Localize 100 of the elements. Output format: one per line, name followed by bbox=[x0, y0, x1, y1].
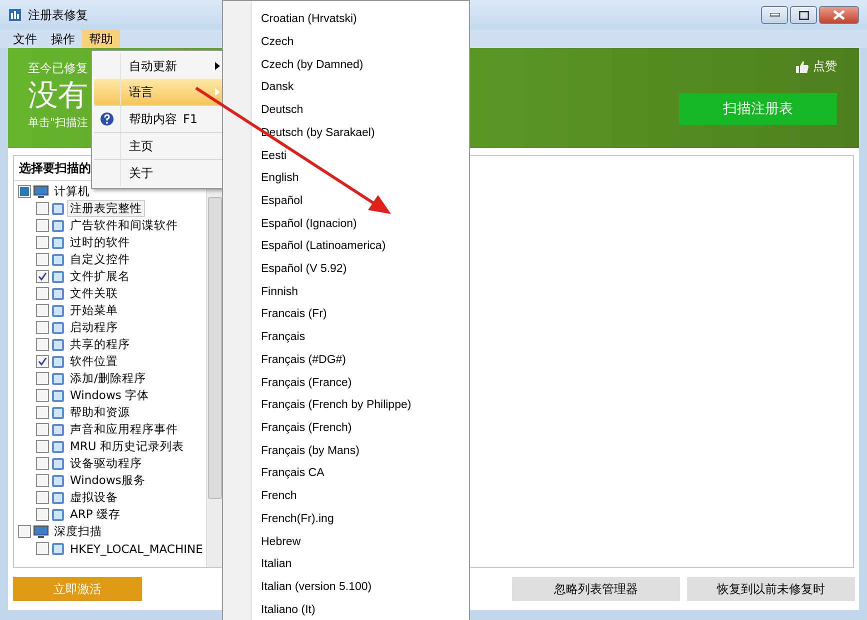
program-icon bbox=[51, 456, 65, 470]
checkbox[interactable] bbox=[36, 287, 49, 300]
menu-item[interactable]: 帮助 bbox=[82, 30, 120, 48]
program-icon bbox=[51, 422, 65, 436]
program-icon bbox=[51, 338, 65, 352]
checkbox[interactable] bbox=[36, 423, 49, 436]
language-item[interactable]: Español (Latinoamerica) bbox=[252, 235, 412, 258]
program-icon bbox=[51, 218, 65, 232]
language-item[interactable]: English bbox=[252, 166, 412, 190]
app-icon bbox=[8, 8, 22, 22]
language-item[interactable]: Français (France) bbox=[252, 371, 412, 394]
program-icon bbox=[51, 236, 65, 250]
checkbox[interactable] bbox=[36, 338, 49, 351]
hint-text: 单击"扫描注 bbox=[28, 115, 90, 130]
tree-item[interactable]: Windows 字体 bbox=[67, 387, 152, 404]
tree-item[interactable]: 添加/删除程序 bbox=[67, 370, 149, 387]
checkbox[interactable] bbox=[36, 202, 49, 215]
menu-item[interactable]: 操作 bbox=[44, 30, 82, 48]
language-item[interactable]: Español bbox=[252, 190, 412, 212]
language-item[interactable]: Francais (Fr) bbox=[252, 303, 412, 326]
like-link[interactable]: 点赞 bbox=[813, 58, 837, 75]
program-icon bbox=[51, 440, 65, 454]
language-item[interactable]: Français (by Mans) bbox=[252, 439, 412, 462]
language-item[interactable]: Czech (by Damned) bbox=[252, 53, 412, 76]
tree-item[interactable]: 文件关联 bbox=[67, 285, 121, 302]
language-item[interactable]: Deutsch bbox=[252, 98, 412, 122]
checkbox[interactable] bbox=[18, 525, 31, 538]
language-item[interactable]: Italian (version 5.100) bbox=[252, 576, 412, 598]
maximize-button[interactable] bbox=[790, 6, 817, 24]
language-item[interactable]: Français bbox=[252, 326, 412, 349]
ignore-list-button[interactable]: 忽略列表管理器 bbox=[512, 577, 680, 601]
checkbox[interactable] bbox=[36, 406, 49, 419]
computer-icon bbox=[33, 524, 49, 538]
checkbox[interactable] bbox=[36, 321, 49, 334]
tree-item[interactable]: HKEY_LOCAL_MACHINE bbox=[67, 540, 206, 556]
tree-item[interactable]: 共享的程序 bbox=[67, 336, 133, 353]
language-item[interactable]: French bbox=[252, 484, 412, 508]
checkbox[interactable] bbox=[36, 474, 49, 487]
submenu-arrow-icon bbox=[215, 62, 220, 70]
checkbox[interactable] bbox=[36, 355, 49, 368]
language-item[interactable]: Français (French) bbox=[252, 416, 412, 440]
close-button[interactable] bbox=[819, 6, 859, 24]
tree-item[interactable]: 文件扩展名 bbox=[67, 268, 133, 285]
checkbox[interactable] bbox=[36, 219, 49, 232]
tree-item[interactable]: 虚拟设备 bbox=[67, 489, 121, 506]
language-item[interactable]: Italian bbox=[252, 552, 412, 576]
checkbox[interactable] bbox=[36, 389, 49, 402]
language-item[interactable]: French(Fr).ing bbox=[252, 507, 412, 530]
checkbox[interactable] bbox=[36, 440, 49, 453]
tree-item[interactable]: ARP 缓存 bbox=[67, 506, 124, 523]
minimize-button[interactable] bbox=[761, 6, 788, 24]
status-text: 至今已修复 bbox=[28, 60, 89, 77]
tree-item[interactable]: 设备驱动程序 bbox=[67, 455, 145, 472]
tree-item[interactable]: MRU 和历史记录列表 bbox=[67, 438, 187, 455]
tree-item[interactable]: 软件位置 bbox=[67, 353, 121, 370]
tree-item[interactable]: 注册表完整性 bbox=[67, 200, 145, 217]
checkbox[interactable] bbox=[36, 542, 49, 555]
tree-item[interactable]: 帮助和资源 bbox=[67, 404, 133, 421]
tree-item[interactable]: 广告软件和间谍软件 bbox=[67, 217, 181, 234]
language-item[interactable]: Hebrew bbox=[252, 530, 412, 553]
thumbs-up-icon bbox=[796, 60, 809, 72]
program-icon bbox=[51, 252, 65, 266]
language-item[interactable]: Español (Ignacion) bbox=[252, 212, 412, 236]
tree-item[interactable]: 过时的软件 bbox=[67, 234, 133, 251]
window-title: 注册表修复 bbox=[28, 6, 88, 24]
tree-item[interactable]: 自定义控件 bbox=[67, 251, 133, 268]
language-item[interactable]: Français CA bbox=[252, 462, 412, 485]
tree-item[interactable]: Windows服务 bbox=[67, 472, 148, 489]
language-item[interactable]: Français (French by Philippe) bbox=[252, 394, 412, 417]
tree-item[interactable]: 启动程序 bbox=[67, 319, 121, 336]
language-item[interactable]: Dansk bbox=[252, 76, 412, 99]
language-item[interactable]: Italiano (It) bbox=[252, 598, 412, 620]
program-icon bbox=[51, 286, 65, 300]
tree-item[interactable]: 深度扫描 bbox=[51, 523, 105, 540]
computer-icon bbox=[33, 184, 49, 198]
menu-item[interactable]: 文件 bbox=[6, 30, 44, 48]
tree-item[interactable]: 计算机 bbox=[51, 183, 93, 200]
checkbox[interactable] bbox=[36, 253, 49, 266]
tree-item[interactable]: 开始菜单 bbox=[67, 302, 121, 319]
tree-item[interactable]: 声音和应用程序事件 bbox=[67, 421, 181, 438]
menu-item[interactable]: 语言 bbox=[94, 79, 224, 105]
checkbox[interactable] bbox=[36, 270, 49, 283]
checkbox[interactable] bbox=[36, 236, 49, 249]
maximize-icon bbox=[798, 10, 808, 20]
close-icon bbox=[833, 10, 845, 20]
restore-button[interactable]: 恢复到以前未修复时 bbox=[687, 577, 855, 601]
checkbox[interactable] bbox=[36, 508, 49, 521]
checkbox[interactable] bbox=[36, 304, 49, 317]
language-item[interactable]: Finnish bbox=[252, 280, 412, 304]
checkbox[interactable] bbox=[36, 372, 49, 385]
language-item[interactable]: Español (V 5.92) bbox=[252, 258, 412, 280]
language-item[interactable]: Czech bbox=[252, 30, 412, 54]
language-item[interactable]: Croatian (Hrvatski) bbox=[252, 8, 412, 31]
language-item[interactable]: Eesti bbox=[252, 144, 412, 167]
checkbox[interactable] bbox=[36, 491, 49, 504]
program-icon bbox=[51, 270, 65, 284]
program-icon bbox=[51, 320, 65, 334]
checkbox[interactable] bbox=[36, 457, 49, 470]
program-icon bbox=[51, 508, 65, 522]
language-item[interactable]: Français (#DG#) bbox=[252, 348, 412, 372]
